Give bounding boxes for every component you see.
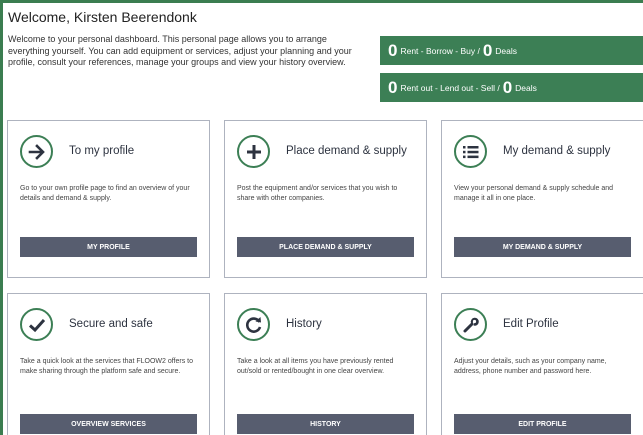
card-history: History Take a look at all items you hav… (224, 293, 427, 435)
deal-label: Rent out - Lend out - Sell / (400, 82, 500, 93)
deal-suffix: Deals (515, 82, 537, 93)
card-description: Go to your own profile page to find an o… (20, 185, 190, 202)
dashboard-page: Welcome, Kirsten Beerendonk Welcome to y… (3, 3, 643, 435)
card-secure-and-safe: Secure and safe Take a quick look at the… (7, 293, 210, 435)
deal-count: 0 (388, 41, 398, 60)
deal-suffix: Deals (495, 45, 518, 56)
card-place-demand-supply: Place demand & supply Post the equipment… (224, 120, 427, 278)
deal-label: Rent - Borrow - Buy / (400, 45, 480, 56)
deals-rent-out-lend-out-sell[interactable]: 0 Rent out - Lend out - Sell / 0 Deals (380, 73, 643, 102)
card-description: Adjust your details, such as your compan… (454, 358, 607, 375)
plus-icon (237, 135, 270, 168)
edit-profile-button[interactable]: Edit profile (454, 414, 631, 434)
overview-services-button[interactable]: Overview services (20, 414, 197, 434)
history-button[interactable]: History (237, 414, 414, 434)
card-description: Take a look at all items you have previo… (237, 358, 394, 375)
deal-count: 0 (388, 78, 398, 97)
deal-count: 0 (502, 78, 513, 97)
deal-count: 0 (482, 41, 493, 60)
my-demand-supply-button[interactable]: My demand & supply (454, 237, 631, 257)
card-title: Place demand & supply (286, 145, 407, 157)
card-description: Post the equipment and/or services that … (237, 185, 398, 202)
card-title: History (286, 318, 322, 330)
refresh-icon (237, 308, 270, 341)
card-description: Take a quick look at the services that F… (20, 358, 194, 375)
card-edit-profile: Edit Profile Adjust your details, such a… (441, 293, 643, 435)
card-to-my-profile: To my profile Go to your own profile pag… (7, 120, 210, 278)
card-my-demand-supply: My demand & supply View your personal de… (441, 120, 643, 278)
card-title: Secure and safe (69, 318, 153, 330)
list-icon (454, 135, 487, 168)
card-title: My demand & supply (503, 145, 611, 157)
checkmark-icon (20, 308, 53, 341)
place-demand-supply-button[interactable]: Place demand & supply (237, 237, 414, 257)
wrench-icon (454, 308, 487, 341)
card-title: Edit Profile (503, 318, 559, 330)
card-title: To my profile (69, 145, 135, 157)
page-title: Welcome, Kirsten Beerendonk (8, 9, 197, 25)
card-description: View your personal demand & supply sched… (454, 185, 614, 202)
arrow-right-icon (20, 135, 53, 168)
my-profile-button[interactable]: My profile (20, 237, 197, 257)
deals-rent-borrow-buy[interactable]: 0 Rent - Borrow - Buy / 0 Deals (380, 36, 643, 65)
intro-text: Welcome to your personal dashboard. This… (8, 34, 352, 67)
